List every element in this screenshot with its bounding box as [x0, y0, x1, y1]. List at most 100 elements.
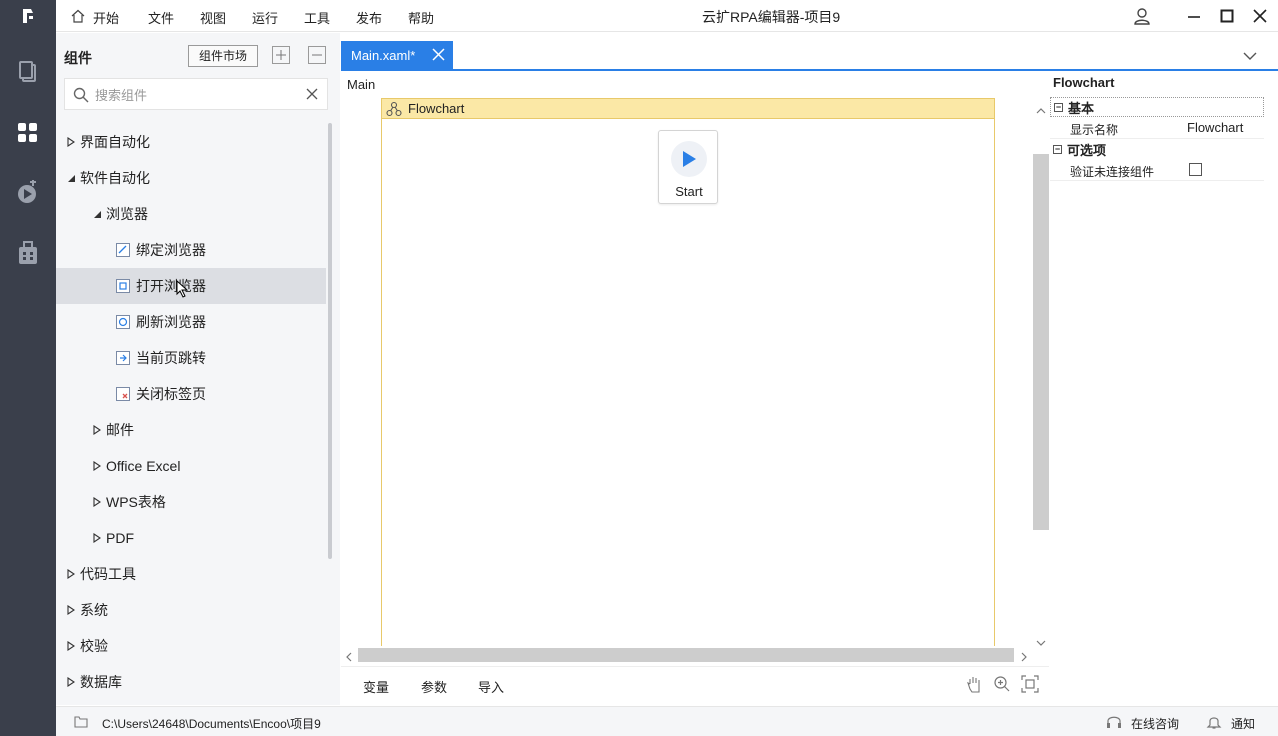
tree-node-label: WPS表格	[106, 494, 166, 510]
collapse-all-icon[interactable]	[308, 46, 326, 64]
folder-icon	[74, 715, 88, 732]
app-window: 开始 文件 视图 运行 工具 发布 帮助 云扩RPA编辑器-项目9 组件 组件市…	[0, 0, 1278, 736]
tree-leaf-open-browser[interactable]: 打开浏览器	[56, 268, 326, 304]
navigate-page-icon	[116, 351, 130, 365]
search-icon	[73, 87, 89, 106]
zoom-in-icon[interactable]	[993, 675, 1011, 693]
tree-node-wps-sheet[interactable]: WPS表格	[56, 484, 326, 520]
validate-unconnected-checkbox[interactable]	[1189, 163, 1202, 176]
tree-node-label: 关闭标签页	[136, 386, 206, 402]
minimize-icon[interactable]	[1184, 6, 1204, 26]
components-icon[interactable]	[0, 113, 56, 153]
expand-arrow-icon	[92, 533, 102, 543]
expand-arrow-icon	[92, 461, 102, 471]
files-icon[interactable]	[0, 52, 56, 92]
tree-node-label: 软件自动化	[80, 170, 150, 186]
scroll-down-icon[interactable]	[1036, 634, 1046, 649]
flowchart-header[interactable]: Flowchart	[382, 99, 994, 119]
close-window-icon[interactable]	[1250, 6, 1270, 26]
collapse-minus-icon[interactable]: −	[1053, 144, 1062, 154]
expand-arrow-icon	[66, 569, 76, 579]
breadcrumb[interactable]: Main	[347, 77, 375, 92]
menu-publish[interactable]: 发布	[356, 8, 382, 27]
tab-main-xaml[interactable]: Main.xaml*	[341, 41, 453, 69]
variables-tab[interactable]: 变量	[363, 677, 389, 696]
home-icon[interactable]	[71, 9, 85, 26]
collapse-arrow-icon	[92, 209, 102, 219]
tree-node-label: 代码工具	[80, 566, 136, 582]
collapse-minus-icon[interactable]: −	[1054, 102, 1063, 112]
pan-hand-icon[interactable]	[965, 675, 983, 693]
tree-node-database[interactable]: 数据库	[56, 664, 326, 700]
flowchart-title: Flowchart	[408, 101, 465, 116]
tree-node-browser[interactable]: 浏览器	[56, 196, 326, 232]
category-optional[interactable]: − 可选项	[1050, 139, 1264, 159]
designer-canvas[interactable]: Flowchart Start	[341, 96, 1033, 648]
start-node[interactable]: Start	[658, 130, 718, 204]
tree-node-label: PDF	[106, 530, 134, 546]
tree-node-pdf[interactable]: PDF	[56, 520, 326, 556]
debug-run-icon[interactable]	[0, 172, 56, 212]
category-basic[interactable]: − 基本	[1050, 97, 1264, 117]
tree-leaf-bind-browser[interactable]: 绑定浏览器	[56, 232, 326, 268]
maximize-icon[interactable]	[1217, 6, 1237, 26]
menu-tools[interactable]: 工具	[304, 8, 330, 27]
expand-arrow-icon	[92, 497, 102, 507]
menu-file[interactable]: 文件	[148, 8, 174, 27]
imports-tab[interactable]: 导入	[478, 677, 504, 696]
tab-label: Main.xaml*	[351, 47, 416, 63]
property-row-validate: 验证未连接组件	[1050, 160, 1264, 181]
display-name-value[interactable]: Flowchart	[1187, 120, 1243, 135]
status-bar: C:\Users\24648\Documents\Encoo\项目9 在线咨询 …	[56, 706, 1278, 736]
menu-help[interactable]: 帮助	[408, 8, 434, 27]
flowchart-container[interactable]: Flowchart Start	[381, 98, 995, 648]
scroll-thumb[interactable]	[358, 648, 1014, 662]
window-title: 云扩RPA编辑器-项目9	[702, 9, 841, 25]
search-input[interactable]	[95, 85, 295, 105]
close-tab-icon[interactable]	[432, 48, 445, 64]
package-icon[interactable]	[0, 233, 56, 273]
expand-arrow-icon	[66, 137, 76, 147]
component-market-button[interactable]: 组件市场	[188, 45, 258, 67]
menu-bar: 开始 文件 视图 运行 工具 发布 帮助 云扩RPA编辑器-项目9	[56, 0, 1278, 32]
tree-node-system[interactable]: 系统	[56, 592, 326, 628]
scroll-left-icon[interactable]	[346, 650, 352, 665]
scroll-right-icon[interactable]	[1021, 650, 1027, 665]
tree-leaf-navigate-page[interactable]: 当前页跳转	[56, 340, 326, 376]
clear-search-icon[interactable]	[306, 88, 318, 103]
notifications-link[interactable]: 通知	[1231, 715, 1255, 732]
property-key: 显示名称	[1070, 123, 1119, 137]
scroll-thumb[interactable]	[1033, 154, 1049, 530]
menu-view[interactable]: 视图	[200, 8, 226, 27]
activity-rail	[0, 0, 56, 736]
tree-node-ui-automation[interactable]: 界面自动化	[56, 124, 326, 160]
start-label: Start	[675, 184, 703, 199]
tree-node-software-automation[interactable]: 软件自动化	[56, 160, 326, 196]
online-consult-link[interactable]: 在线咨询	[1131, 715, 1179, 732]
category-label: 基本	[1068, 100, 1095, 116]
tree-leaf-refresh-browser[interactable]: 刷新浏览器	[56, 304, 326, 340]
arguments-tab[interactable]: 参数	[421, 677, 447, 696]
user-icon[interactable]	[1132, 6, 1152, 26]
tree-node-office-excel[interactable]: Office Excel	[56, 448, 326, 484]
tree-leaf-close-tab[interactable]: 关闭标签页	[56, 376, 326, 412]
fit-to-screen-icon[interactable]	[1021, 675, 1039, 693]
menu-run[interactable]: 运行	[252, 8, 278, 27]
app-logo-icon	[0, 0, 56, 32]
canvas-vertical-scrollbar[interactable]	[1033, 96, 1049, 646]
properties-title: Flowchart	[1053, 75, 1115, 90]
canvas-horizontal-scrollbar[interactable]	[341, 646, 1033, 664]
project-path: C:\Users\24648\Documents\Encoo\项目9	[102, 717, 321, 731]
tree-node-label: 浏览器	[106, 206, 148, 222]
tree-node-mail[interactable]: 邮件	[56, 412, 326, 448]
designer-bottom-bar: 变量 参数 导入	[341, 666, 1049, 700]
tree-node-validation[interactable]: 校验	[56, 628, 326, 664]
scroll-up-icon[interactable]	[1036, 102, 1046, 117]
menu-home[interactable]: 开始	[93, 8, 119, 27]
tree-node-code-tools[interactable]: 代码工具	[56, 556, 326, 592]
expand-all-icon[interactable]	[272, 46, 290, 64]
properties-panel: Flowchart − 基本 显示名称 Flowchart − 可选项 验证未连…	[1050, 71, 1264, 699]
tab-list-chevron-down-icon[interactable]	[1243, 49, 1257, 64]
category-label: 可选项	[1067, 142, 1107, 158]
tree-scrollbar[interactable]	[328, 123, 332, 559]
